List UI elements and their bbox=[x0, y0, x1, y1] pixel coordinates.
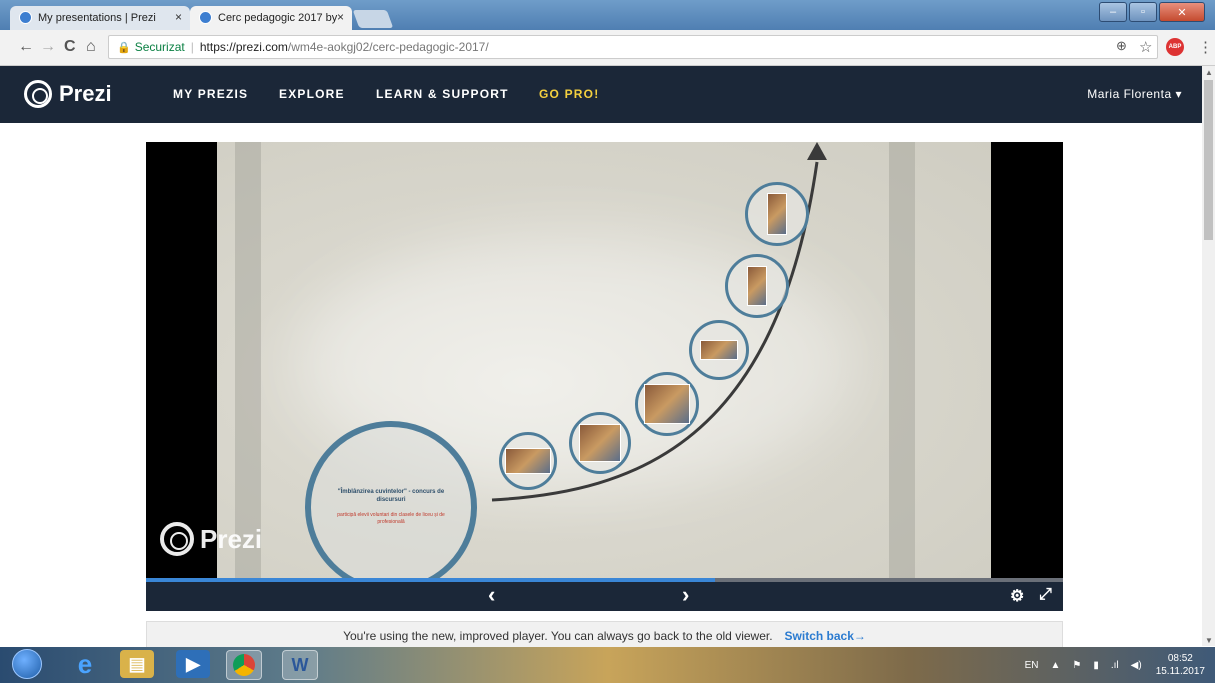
language-indicator[interactable]: EN bbox=[1025, 660, 1039, 671]
url-path: /wm4e-aokgj02/cerc-pedagogic-2017/ bbox=[287, 40, 489, 54]
prezi-favicon-icon bbox=[19, 11, 32, 24]
presentation-title: "Îmblânzirea cuvintelor" - concurs de di… bbox=[337, 488, 445, 503]
photo-thumbnail bbox=[700, 340, 738, 360]
battery-icon[interactable]: ▮ bbox=[1093, 660, 1099, 671]
prezi-logo-icon bbox=[160, 522, 194, 556]
tab-cerc-pedagogic[interactable]: Cerc pedagogic 2017 by × bbox=[190, 6, 352, 30]
photo-thumbnail bbox=[747, 266, 767, 306]
photo-circle-1[interactable] bbox=[499, 432, 557, 490]
photo-circle-3[interactable] bbox=[635, 372, 699, 436]
tab-label: Cerc pedagogic 2017 by bbox=[218, 12, 338, 24]
internet-explorer-icon[interactable]: e bbox=[68, 649, 102, 679]
reload-icon[interactable]: C bbox=[64, 38, 76, 56]
start-button[interactable] bbox=[12, 649, 42, 679]
photo-thumbnail bbox=[644, 384, 690, 424]
forward-icon[interactable]: → bbox=[40, 38, 56, 56]
presentation-canvas[interactable]: "Îmblânzirea cuvintelor" - concurs de di… bbox=[217, 142, 991, 578]
action-center-flag-icon[interactable]: ⚑ bbox=[1072, 660, 1081, 671]
presentation-subtitle: participă elevii voluntari din clasele d… bbox=[337, 512, 445, 525]
fullscreen-icon[interactable]: ⤢ bbox=[1039, 586, 1052, 604]
secure-label: Securizat bbox=[134, 40, 185, 54]
switch-back-link[interactable]: Switch back→ bbox=[785, 629, 866, 643]
photo-circle-6[interactable] bbox=[745, 182, 809, 246]
user-menu[interactable]: Maria Florenta ▾ bbox=[1087, 87, 1182, 101]
chevron-down-icon: ▾ bbox=[1175, 87, 1182, 101]
word-icon[interactable]: W bbox=[282, 650, 318, 680]
clock-date: 15.11.2017 bbox=[1155, 666, 1205, 677]
tab-my-presentations[interactable]: My presentations | Prezi × bbox=[10, 6, 190, 30]
previous-step-button[interactable]: ‹ bbox=[488, 582, 495, 608]
window-controls: – ▫ ✕ bbox=[1097, 2, 1205, 22]
nav-explore[interactable]: EXPLORE bbox=[279, 87, 345, 101]
nav-go-pro[interactable]: GO PRO! bbox=[539, 87, 599, 101]
page-scrollbar[interactable]: ▲ ▼ bbox=[1202, 66, 1215, 646]
prezi-watermark: Prezi bbox=[160, 522, 262, 556]
presentation-player[interactable]: "Îmblânzirea cuvintelor" - concurs de di… bbox=[146, 142, 1063, 578]
new-tab-button[interactable] bbox=[352, 10, 394, 28]
menu-icon[interactable]: ⋮ bbox=[1198, 38, 1213, 56]
address-bar[interactable]: 🔒 Securizat | https://prezi.com /wm4e-ao… bbox=[108, 35, 1158, 59]
scroll-up-icon[interactable]: ▲ bbox=[1205, 68, 1213, 77]
photo-circle-2[interactable] bbox=[569, 412, 631, 474]
prezi-logo-icon bbox=[24, 80, 52, 108]
scrollbar-thumb[interactable] bbox=[1204, 80, 1213, 240]
adblock-icon[interactable]: ABP bbox=[1166, 38, 1184, 56]
url-host: https://prezi.com bbox=[199, 40, 288, 54]
address-separator: | bbox=[190, 40, 194, 54]
prezi-logo[interactable]: Prezi bbox=[24, 80, 112, 108]
next-step-button[interactable]: › bbox=[682, 582, 689, 608]
tab-close-icon[interactable]: × bbox=[337, 10, 344, 24]
bookmark-star-icon[interactable]: ☆ bbox=[1139, 38, 1152, 56]
photo-thumbnail bbox=[505, 448, 551, 474]
clock-time: 08:52 bbox=[1167, 653, 1193, 664]
back-icon[interactable]: ← bbox=[18, 38, 34, 56]
lock-icon: 🔒 bbox=[117, 41, 131, 54]
prezi-favicon-icon bbox=[199, 11, 212, 24]
prezi-navbar: Prezi MY PREZIS EXPLORE LEARN & SUPPORT … bbox=[0, 66, 1202, 123]
photo-circle-4[interactable] bbox=[689, 320, 749, 380]
close-window-button[interactable]: ✕ bbox=[1159, 2, 1205, 22]
volume-icon[interactable]: ◀) bbox=[1131, 660, 1142, 671]
system-tray: EN ▲ ⚑ ▮ .ıl ◀) 08:52 15.11.2017 bbox=[1013, 647, 1205, 683]
photo-thumbnail bbox=[579, 424, 621, 462]
nav-learn-support[interactable]: LEARN & SUPPORT bbox=[376, 87, 509, 101]
nav-my-prezis[interactable]: MY PREZIS bbox=[173, 87, 248, 101]
tab-label: My presentations | Prezi bbox=[38, 12, 156, 24]
user-name: Maria Florenta bbox=[1087, 87, 1172, 101]
system-clock[interactable]: 08:52 15.11.2017 bbox=[1156, 652, 1205, 678]
photo-thumbnail bbox=[767, 193, 787, 235]
notice-text: You're using the new, improved player. Y… bbox=[343, 629, 773, 643]
media-player-icon[interactable]: ▶ bbox=[176, 650, 210, 678]
player-controls: ‹ › ⚙ ⤢ bbox=[146, 582, 1063, 611]
scroll-down-icon[interactable]: ▼ bbox=[1205, 636, 1213, 645]
tray-expand-icon[interactable]: ▲ bbox=[1050, 660, 1060, 671]
photo-circle-5[interactable] bbox=[725, 254, 789, 318]
settings-gear-icon[interactable]: ⚙ bbox=[1010, 586, 1024, 606]
zoom-icon[interactable]: ⊕ bbox=[1116, 38, 1127, 54]
minimize-button[interactable]: – bbox=[1099, 2, 1127, 22]
windows-taskbar: e ▤ ▶ W EN ▲ ⚑ ▮ .ıl ◀) 08:52 15.11.2017 bbox=[0, 647, 1215, 683]
tab-close-icon[interactable]: × bbox=[175, 10, 182, 24]
browser-tab-strip: My presentations | Prezi × Cerc pedagogi… bbox=[0, 0, 1215, 30]
prezi-logo-text: Prezi bbox=[59, 81, 112, 106]
file-explorer-icon[interactable]: ▤ bbox=[120, 650, 154, 678]
watermark-text: Prezi bbox=[200, 523, 263, 554]
browser-toolbar: ← → C ⌂ 🔒 Securizat | https://prezi.com … bbox=[0, 30, 1215, 66]
chrome-icon[interactable] bbox=[226, 650, 262, 680]
home-icon[interactable]: ⌂ bbox=[86, 38, 96, 56]
maximize-button[interactable]: ▫ bbox=[1129, 2, 1157, 22]
network-signal-icon[interactable]: .ıl bbox=[1111, 660, 1119, 671]
